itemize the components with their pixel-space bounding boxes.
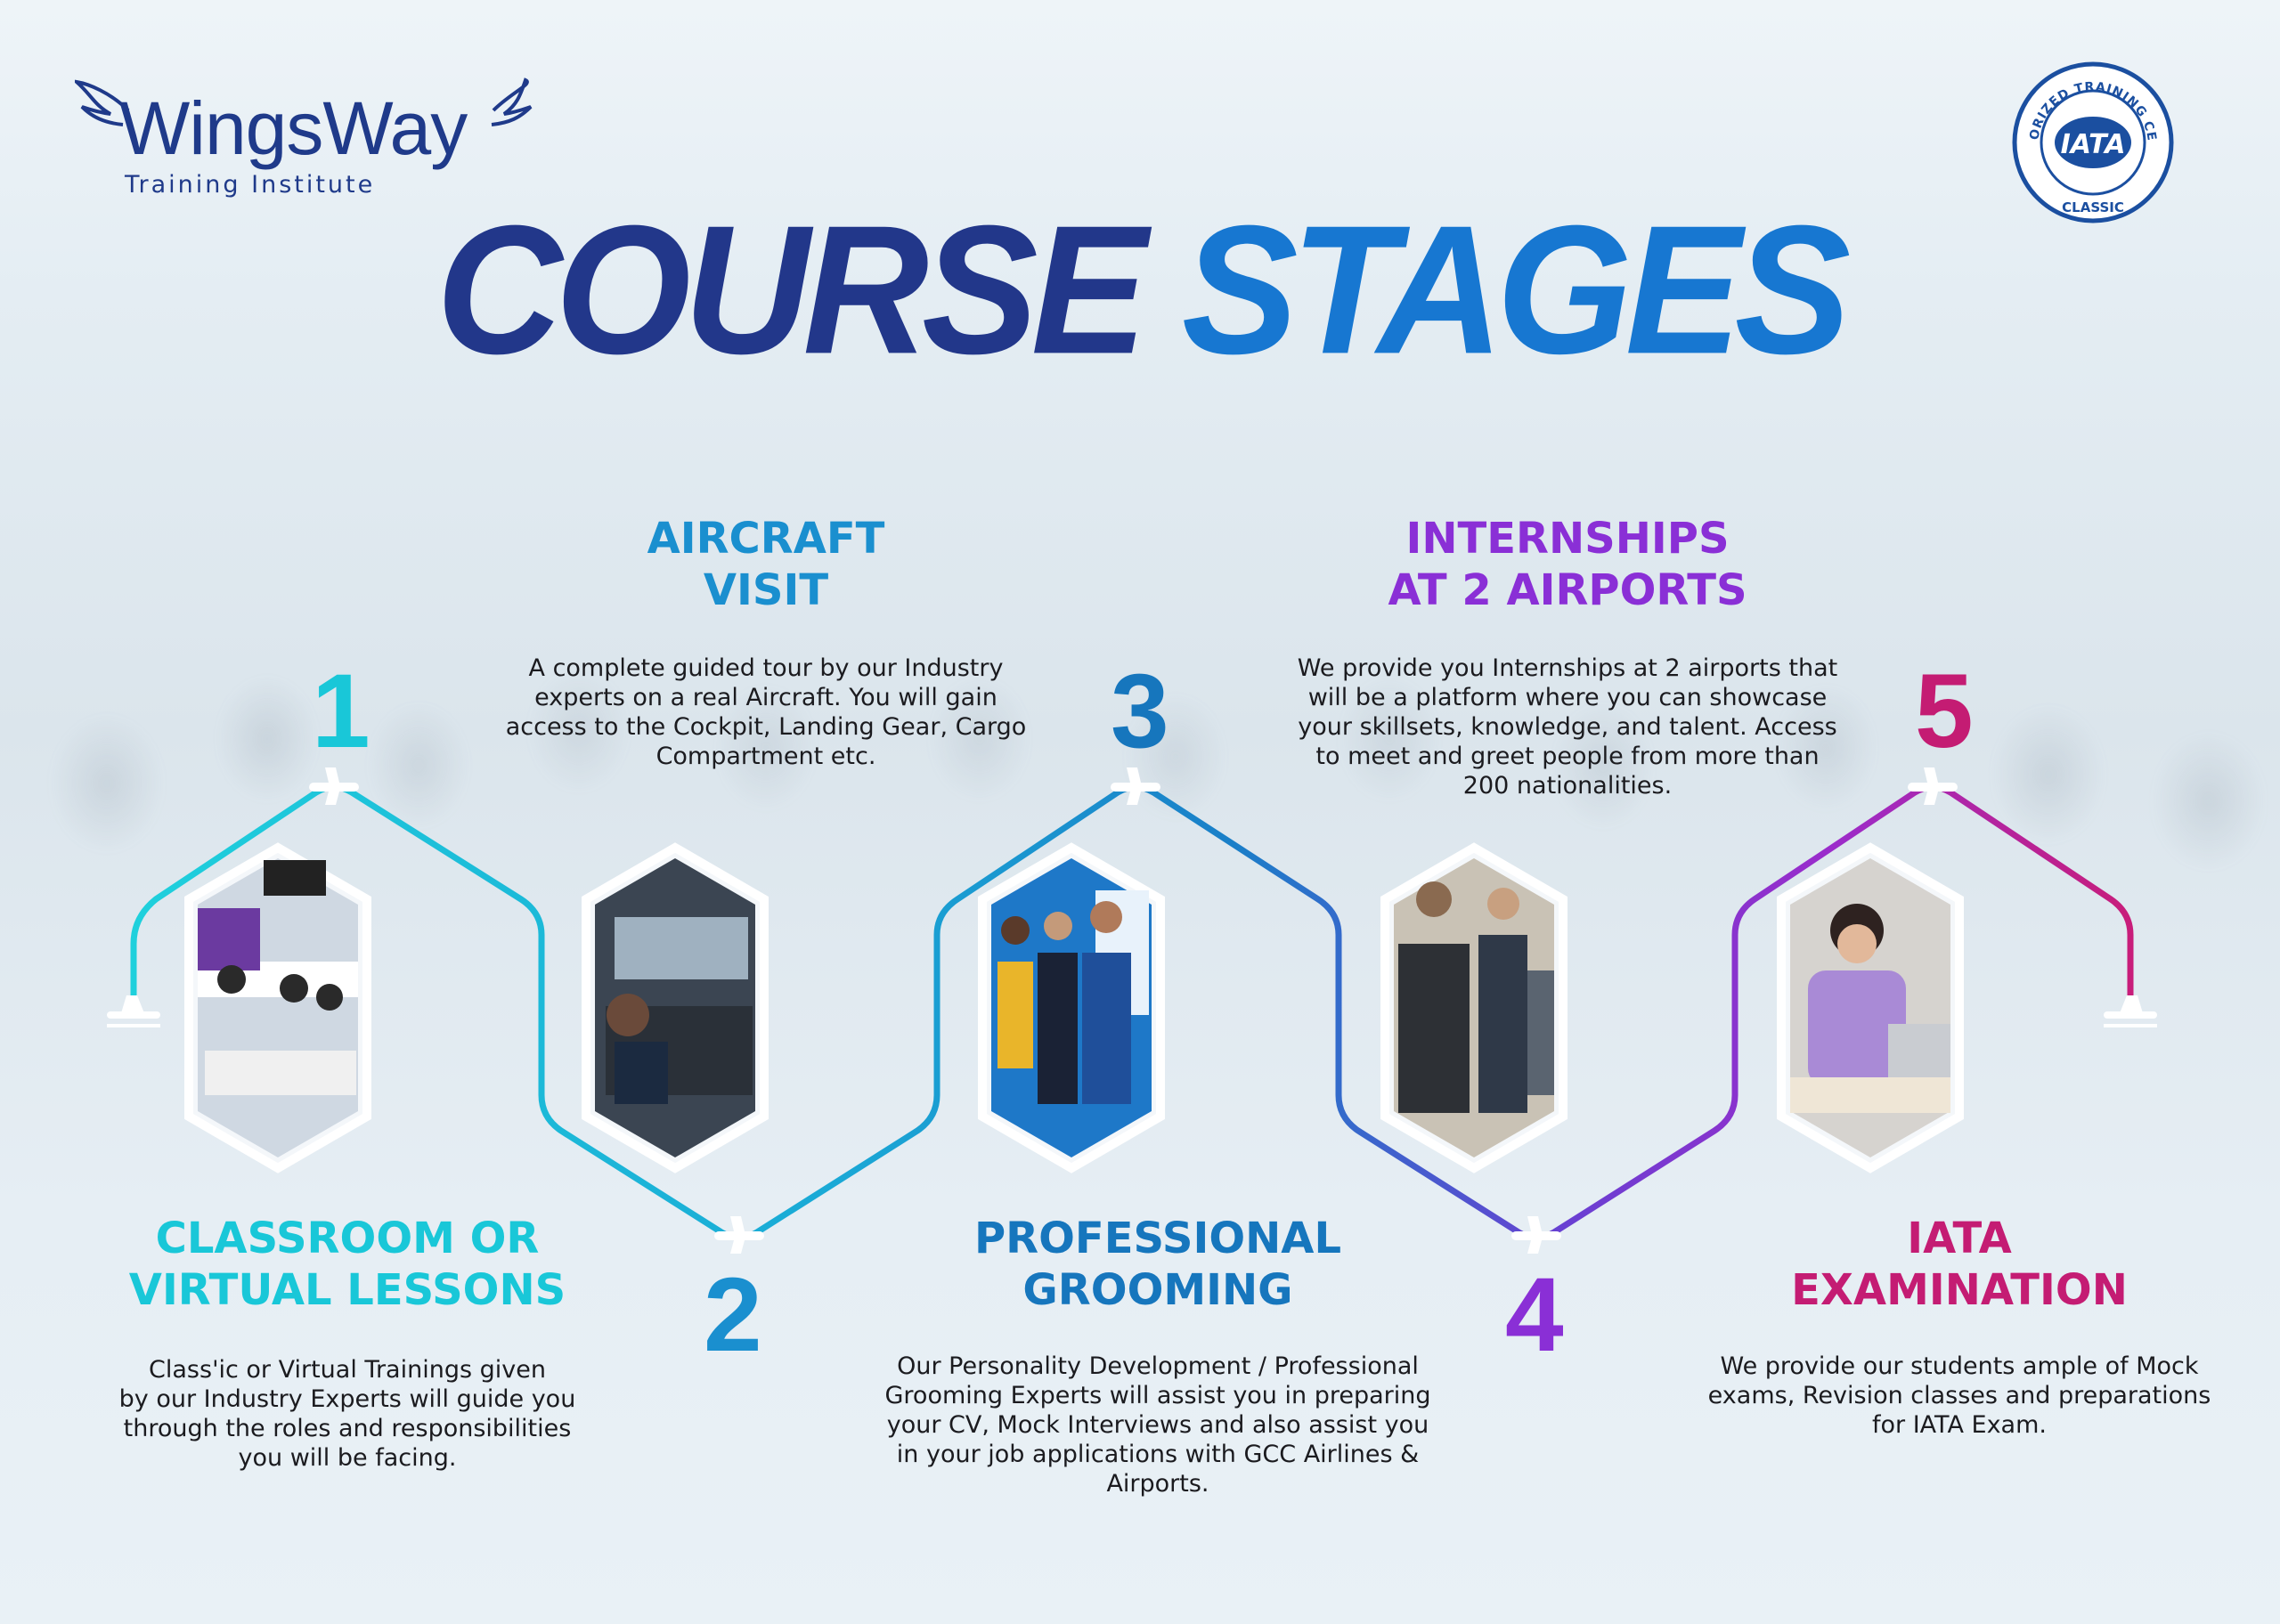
stage-desc-grooming: Our Personality Development / Profession… [884,1352,1431,1498]
plane-icon-end [2104,995,2157,1027]
stage-desc-internships: We provide you Internships at 2 airports… [1297,654,1838,800]
plane-icon-2 [714,1216,764,1254]
stage-heading-internships: INTERNSHIPS AT 2 AIRPORTS [1388,514,1747,615]
stage-number-1: 1 [312,653,370,770]
exam-photo [1777,842,1964,1173]
plane-icon-5 [1908,767,1958,805]
stage-heading-aircraft-visit: AIRCRAFT VISIT [647,514,885,615]
stage-heading-grooming: PROFESSIONAL GROOMING [973,1214,1342,1315]
classroom-photo [184,842,371,1173]
plane-icon-3 [1111,767,1160,805]
stage-desc-classroom: Class'ic or Virtual Trainings given by o… [118,1356,576,1472]
stage-desc-aircraft-visit: A complete guided tour by our Industry e… [505,654,1027,770]
plane-icon-4 [1511,1216,1561,1254]
infographic-page: WingsWay Training Institute AUTHORIZED T… [0,0,2280,1624]
grooming-photo [978,842,1165,1173]
cockpit-photo [582,842,769,1173]
stage-number-4: 4 [1505,1256,1564,1374]
stage-heading-iata-exam: IATA EXAMINATION [1791,1214,2128,1315]
stage-desc-iata-exam: We provide our students ample of Mock ex… [1707,1352,2211,1439]
airport-photo [1380,842,1568,1173]
plane-icon-1 [309,767,359,805]
stage-number-3: 3 [1111,653,1169,770]
stage-number-2: 2 [704,1256,762,1374]
plane-icon-start [107,995,160,1027]
stage-heading-classroom: CLASSROOM OR VIRTUAL LESSONS [128,1214,566,1315]
stage-number-5: 5 [1915,653,1974,770]
